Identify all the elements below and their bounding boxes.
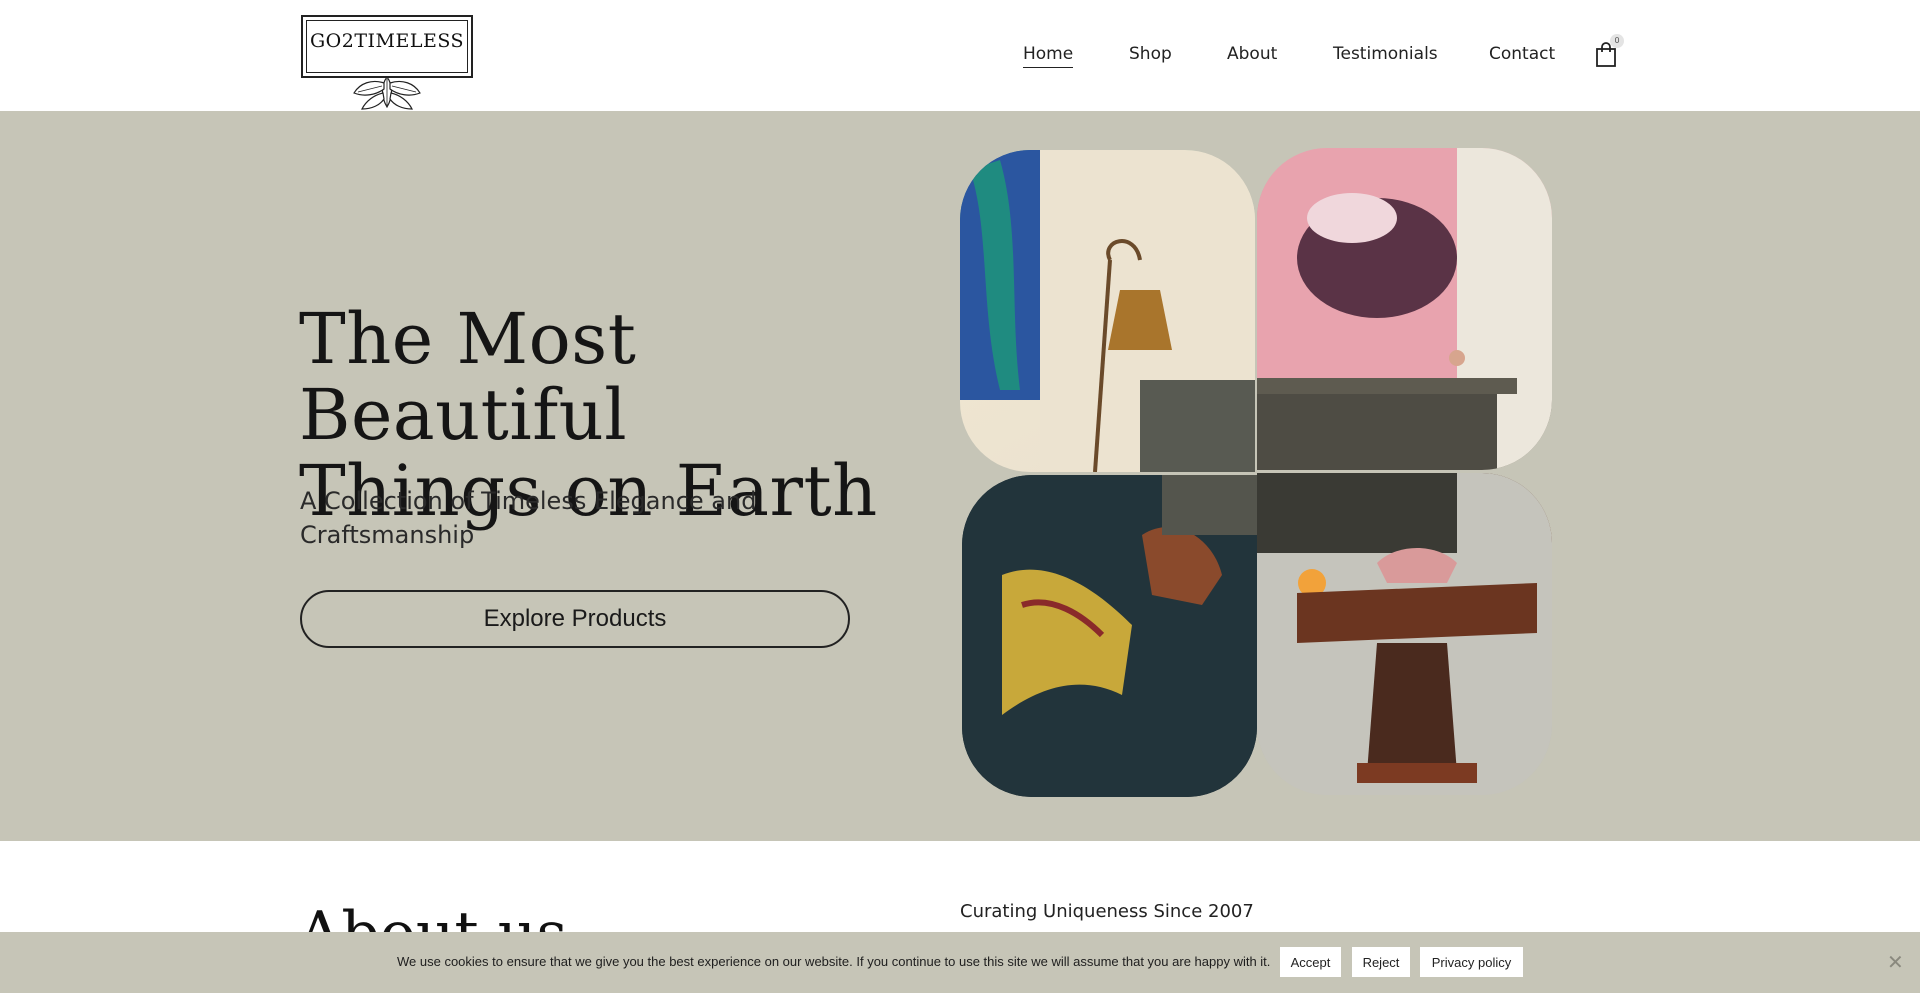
hero-image-quadrant-bottom-right	[1257, 473, 1552, 795]
cookie-message: We use cookies to ensure that we give yo…	[397, 954, 1271, 969]
cookie-accept-button[interactable]: Accept	[1280, 947, 1341, 977]
cart-count-badge: 0	[1610, 34, 1624, 48]
explore-products-button[interactable]: Explore Products	[300, 590, 850, 648]
nav-about[interactable]: About	[1227, 44, 1277, 64]
privacy-policy-button[interactable]: Privacy policy	[1420, 947, 1523, 977]
cookie-reject-button[interactable]: Reject	[1352, 947, 1410, 977]
hero-title-line-1: The Most Beautiful	[299, 298, 637, 456]
hero-image-quadrant-top-left	[960, 150, 1255, 472]
about-tagline: Curating Uniqueness Since 2007	[960, 901, 1254, 922]
nav-contact[interactable]: Contact	[1489, 44, 1555, 64]
cookie-consent-bar: We use cookies to ensure that we give yo…	[0, 932, 1920, 993]
hero-section: The Most Beautiful Things on Earth A Col…	[0, 111, 1920, 841]
main-nav: Home Shop About Testimonials Contact	[0, 44, 1920, 68]
nav-testimonials[interactable]: Testimonials	[1333, 44, 1438, 64]
leaf-ornament-icon	[353, 75, 421, 110]
nav-shop[interactable]: Shop	[1129, 44, 1172, 64]
close-icon[interactable]: ✕	[1887, 952, 1904, 972]
hero-subtitle: A Collection of Timeless Elegance and Cr…	[300, 487, 757, 549]
hero-image-quadrant-top-right	[1257, 148, 1552, 470]
nav-home[interactable]: Home	[1023, 44, 1074, 68]
hero-image-quadrant-bottom-left	[962, 475, 1257, 797]
cart-button[interactable]: 0	[1594, 34, 1624, 70]
hero-interior-image	[960, 148, 1554, 800]
site-header: GO2TIMELESS Home Shop About Testimonials…	[0, 0, 1920, 111]
